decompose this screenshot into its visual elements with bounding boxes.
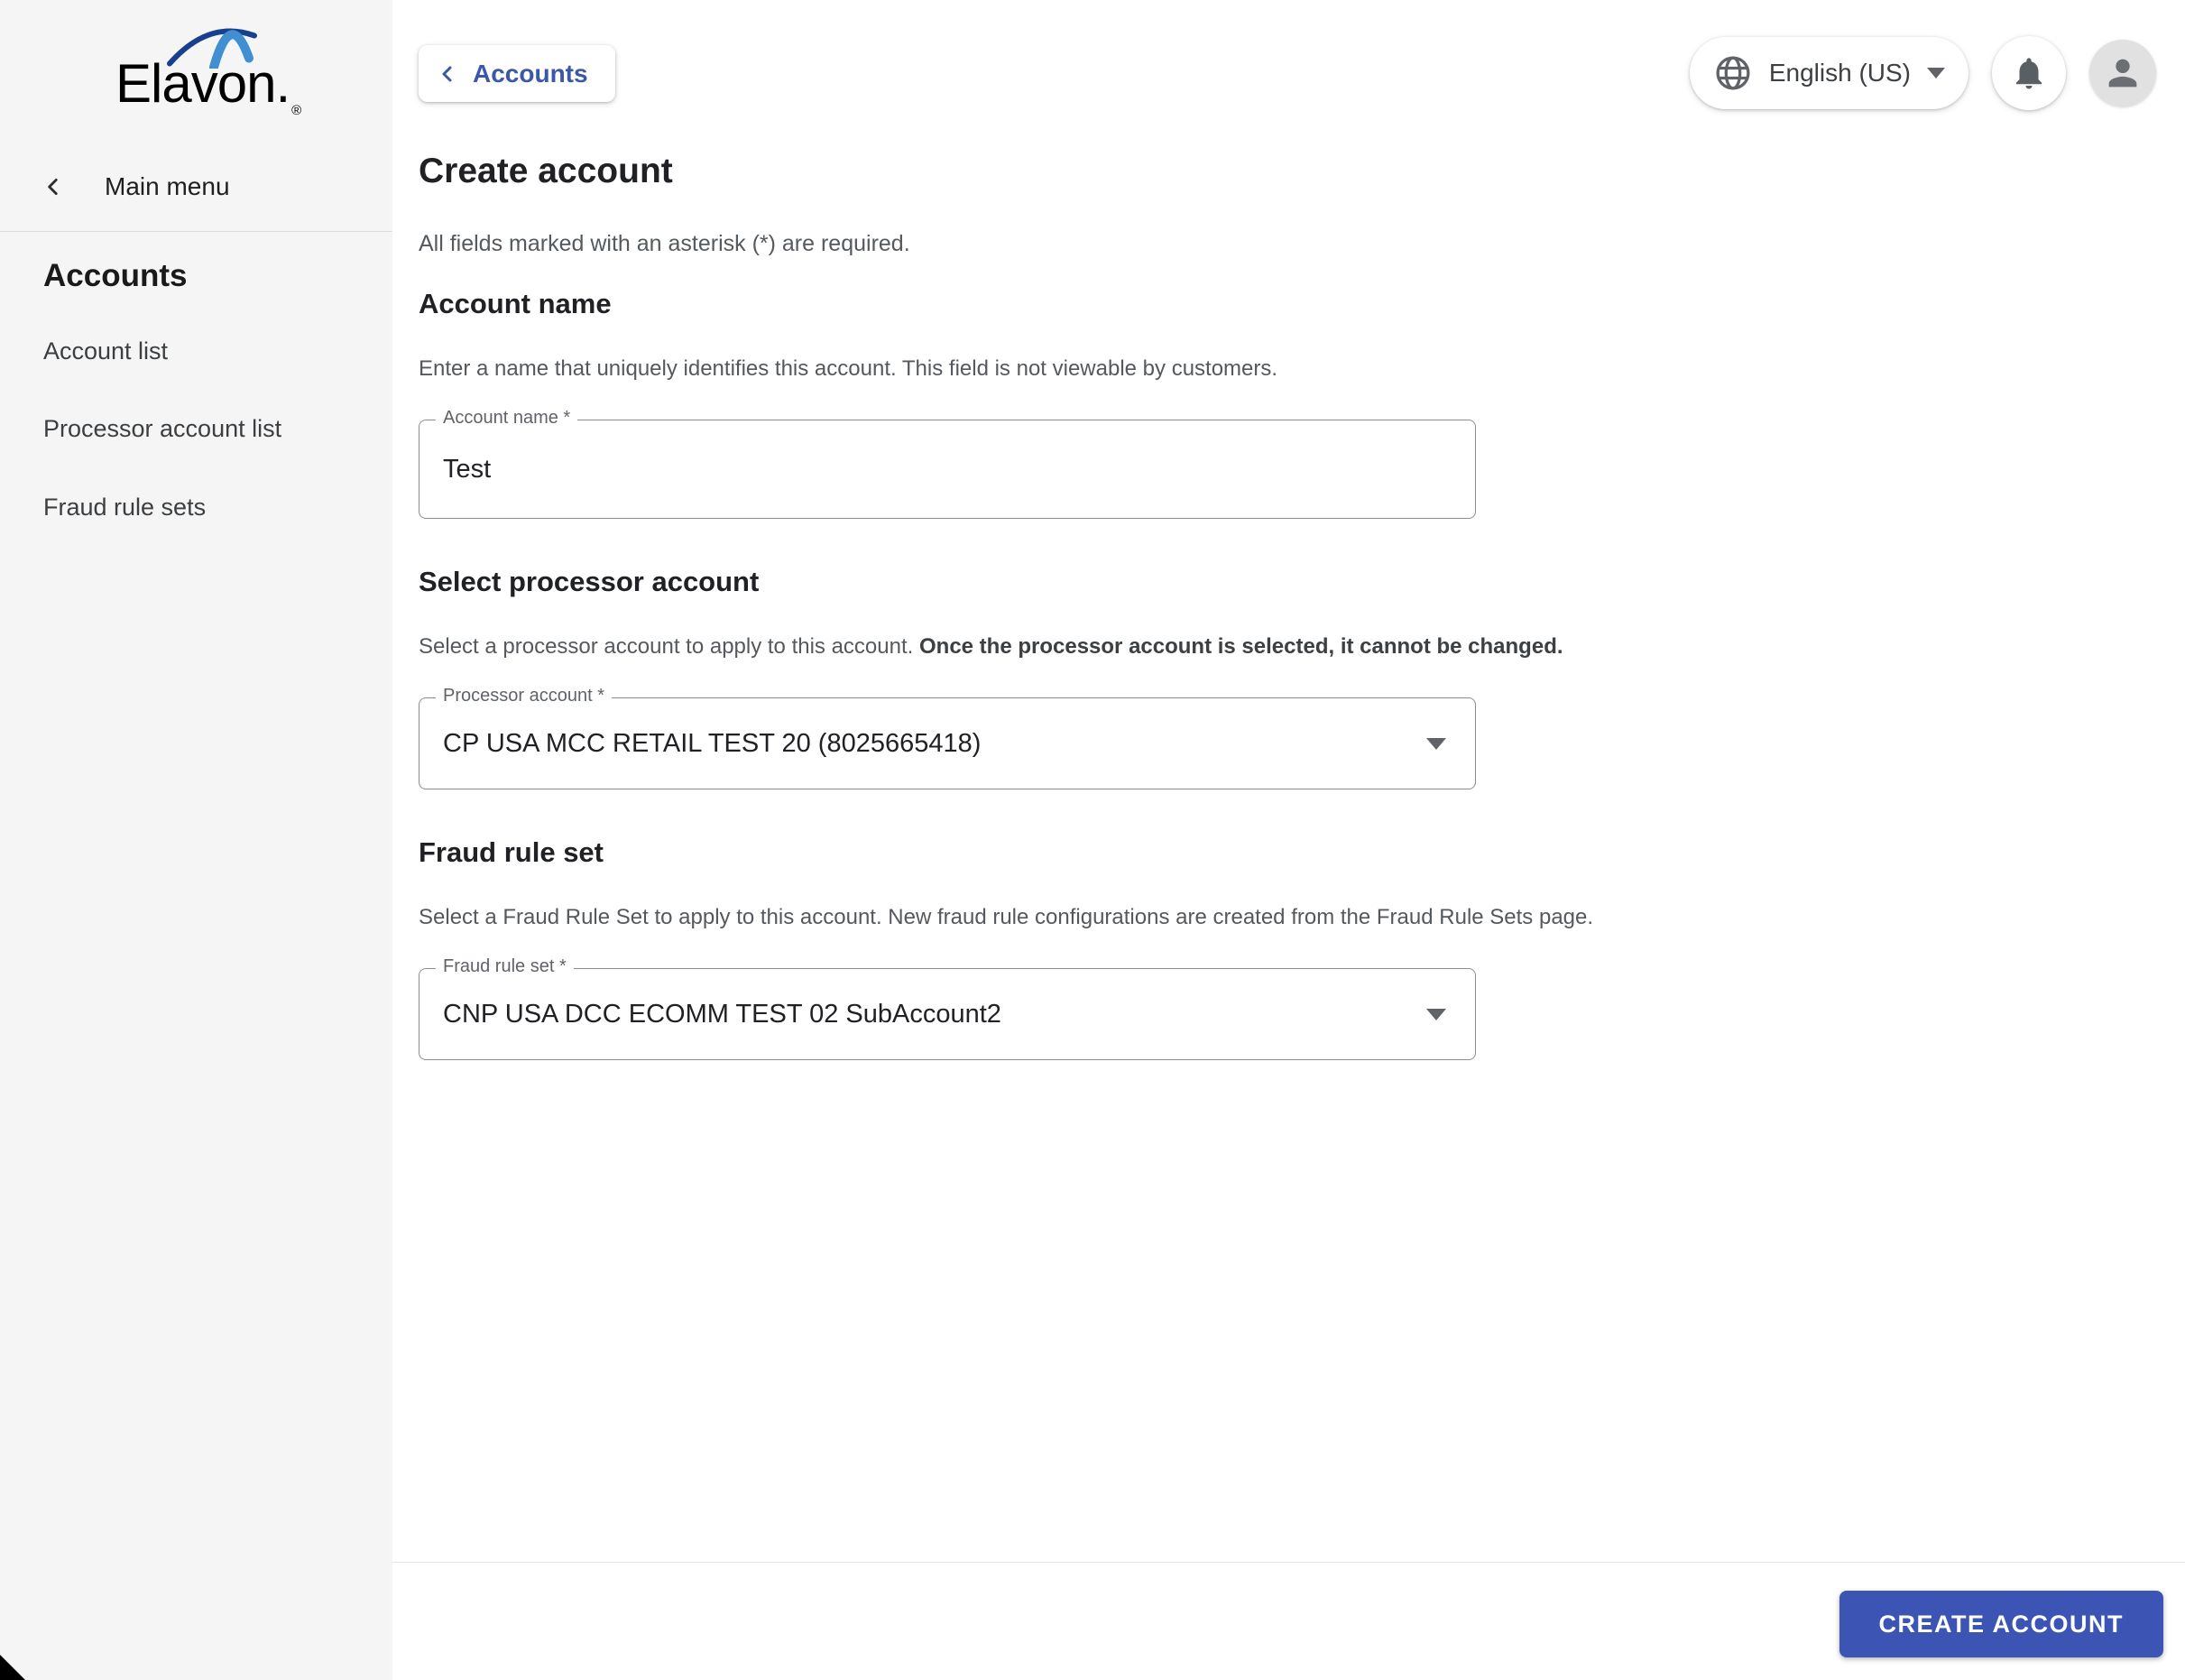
- fraud-rule-set-select[interactable]: Fraud rule set * CNP USA DCC ECOMM TEST …: [419, 956, 1476, 1060]
- desc-normal: Select a processor account to apply to t…: [419, 634, 919, 659]
- bell-icon: [2016, 58, 2042, 89]
- notifications-button[interactable]: [1992, 36, 2066, 110]
- sidebar-item-account-list[interactable]: Account list: [43, 337, 168, 365]
- chevron-down-icon: [1426, 738, 1446, 750]
- accounts-back-button[interactable]: Accounts: [419, 45, 615, 102]
- sidebar-item-fraud-rule-sets[interactable]: Fraud rule sets: [43, 494, 206, 522]
- create-account-button[interactable]: CREATE ACCOUNT: [1839, 1591, 2163, 1657]
- create-account-form: Create account All fields marked with an…: [419, 152, 1745, 1107]
- app-root: Elavon. ® Main menu Accounts Account list…: [0, 0, 2185, 1680]
- processor-account-select[interactable]: Processor account * CP USA MCC RETAIL TE…: [419, 686, 1476, 789]
- language-selector[interactable]: English (US): [1689, 37, 1968, 109]
- chevron-left-icon: [48, 179, 58, 195]
- footer-divider: [392, 1562, 2185, 1563]
- account-name-field: Account name *: [419, 408, 1476, 519]
- main-menu-label: Main menu: [105, 172, 230, 200]
- registered-trademark: ®: [291, 103, 302, 118]
- cursor-artifact: [0, 1655, 25, 1680]
- user-avatar-button[interactable]: [2089, 40, 2156, 106]
- required-fields-note: All fields marked with an asterisk (*) a…: [419, 231, 910, 256]
- sidebar-section-title: Accounts: [43, 258, 188, 293]
- fraud-rule-set-selected-value: CNP USA DCC ECOMM TEST 02 SubAccount2: [443, 999, 1001, 1029]
- main-area: Accounts English (US) Create account All…: [392, 0, 2185, 1680]
- language-label: English (US): [1768, 59, 1911, 87]
- processor-account-select-label: Processor account *: [436, 686, 612, 706]
- chevron-left-icon: [442, 66, 452, 81]
- sidebar-item-processor-account-list[interactable]: Processor account list: [43, 415, 281, 443]
- account-name-input[interactable]: [419, 420, 1475, 518]
- sidebar-main-menu-back[interactable]: Main menu: [0, 143, 392, 232]
- desc-bold: Once the processor account is selected, …: [918, 634, 1563, 659]
- accounts-back-label: Accounts: [473, 59, 588, 88]
- section-heading-processor-account: Select processor account: [419, 566, 760, 597]
- section-desc-fraud-rule-set: Select a Fraud Rule Set to apply to this…: [419, 905, 1594, 929]
- globe-icon: [1716, 56, 1750, 90]
- chevron-down-icon: [1426, 1009, 1446, 1020]
- person-icon: [2108, 59, 2137, 88]
- page-title: Create account: [419, 152, 673, 190]
- elavon-swoosh-icon: [167, 28, 257, 69]
- section-desc-processor-account: Select a processor account to apply to t…: [419, 634, 1745, 660]
- section-heading-fraud-rule-set: Fraud rule set: [419, 836, 604, 868]
- topbar-actions: English (US): [1689, 36, 2156, 110]
- chevron-down-icon: [1927, 68, 1945, 78]
- section-heading-account-name: Account name: [419, 288, 612, 319]
- section-desc-account-name: Enter a name that uniquely identifies th…: [419, 356, 1278, 381]
- account-name-field-label: Account name *: [436, 408, 578, 429]
- sidebar: Elavon. ® Main menu Accounts Account list…: [0, 0, 392, 1680]
- fraud-rule-set-select-label: Fraud rule set *: [436, 956, 574, 977]
- processor-account-selected-value: CP USA MCC RETAIL TEST 20 (8025665418): [443, 728, 982, 758]
